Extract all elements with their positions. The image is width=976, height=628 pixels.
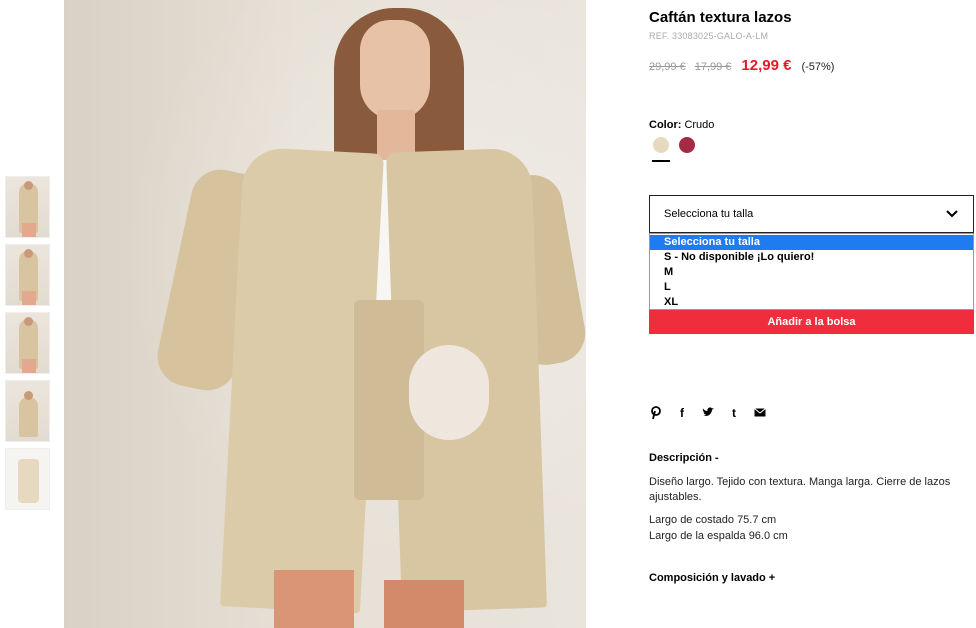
description-toggle[interactable]: Descripción -: [649, 452, 719, 464]
price-row: 29,99 € 17,99 € 12,99 € (-57%): [649, 57, 834, 77]
model-pants-right: [384, 580, 464, 628]
size-option-placeholder[interactable]: Selecciona tu talla: [650, 235, 973, 250]
thumbnail-1[interactable]: [5, 176, 50, 238]
tumblr-icon[interactable]: t: [727, 406, 741, 420]
composition-toggle[interactable]: Composición y lavado +: [649, 572, 775, 584]
chevron-down-icon: [946, 210, 958, 218]
product-title: Caftán textura lazos: [649, 9, 792, 26]
discount-badge: (-57%): [801, 61, 835, 73]
measurement-back-length: Largo de la espalda 96.0 cm: [649, 530, 788, 542]
size-select-label: Selecciona tu talla: [664, 208, 754, 220]
price-sale: 12,99 €: [741, 57, 792, 74]
color-swatch-crudo[interactable]: [653, 137, 669, 153]
selected-swatch-indicator: [652, 160, 670, 162]
thumbnail-3[interactable]: [5, 312, 50, 374]
pinterest-icon[interactable]: [649, 406, 663, 420]
add-to-bag-button[interactable]: Añadir a la bolsa: [649, 310, 974, 334]
color-swatch-burgundy[interactable]: [679, 137, 695, 153]
thumbnail-5[interactable]: [5, 448, 50, 510]
share-icons: f t: [649, 405, 779, 421]
model-pants-left: [274, 570, 354, 628]
model-face: [360, 20, 430, 120]
price-original: 29,99 €: [649, 61, 686, 73]
product-reference: REF. 33083025-GALO-A-LM: [649, 31, 769, 41]
thumbnail-strip: [5, 176, 51, 516]
size-option-m[interactable]: M: [650, 265, 973, 280]
measurement-side-length: Largo de costado 75.7 cm: [649, 514, 777, 526]
color-label-row: Color: Crudo: [649, 119, 714, 131]
email-icon[interactable]: [753, 406, 767, 420]
size-select[interactable]: Selecciona tu talla: [649, 195, 974, 233]
product-main-image[interactable]: [64, 0, 586, 628]
size-option-xl[interactable]: XL: [650, 295, 973, 310]
color-value: Crudo: [684, 119, 715, 131]
thumbnail-4[interactable]: [5, 380, 50, 442]
facebook-icon[interactable]: f: [675, 406, 689, 420]
size-option-l[interactable]: L: [650, 280, 973, 295]
color-label: Color:: [649, 119, 682, 131]
model-bag: [409, 345, 489, 440]
description-text: Diseño largo. Tejido con textura. Manga …: [649, 476, 951, 503]
size-option-s[interactable]: S - No disponible ¡Lo quiero!: [650, 250, 973, 265]
twitter-icon[interactable]: [701, 406, 715, 420]
thumbnail-2[interactable]: [5, 244, 50, 306]
price-previous: 17,99 €: [694, 61, 732, 73]
size-dropdown-list: Selecciona tu talla S - No disponible ¡L…: [649, 233, 974, 310]
